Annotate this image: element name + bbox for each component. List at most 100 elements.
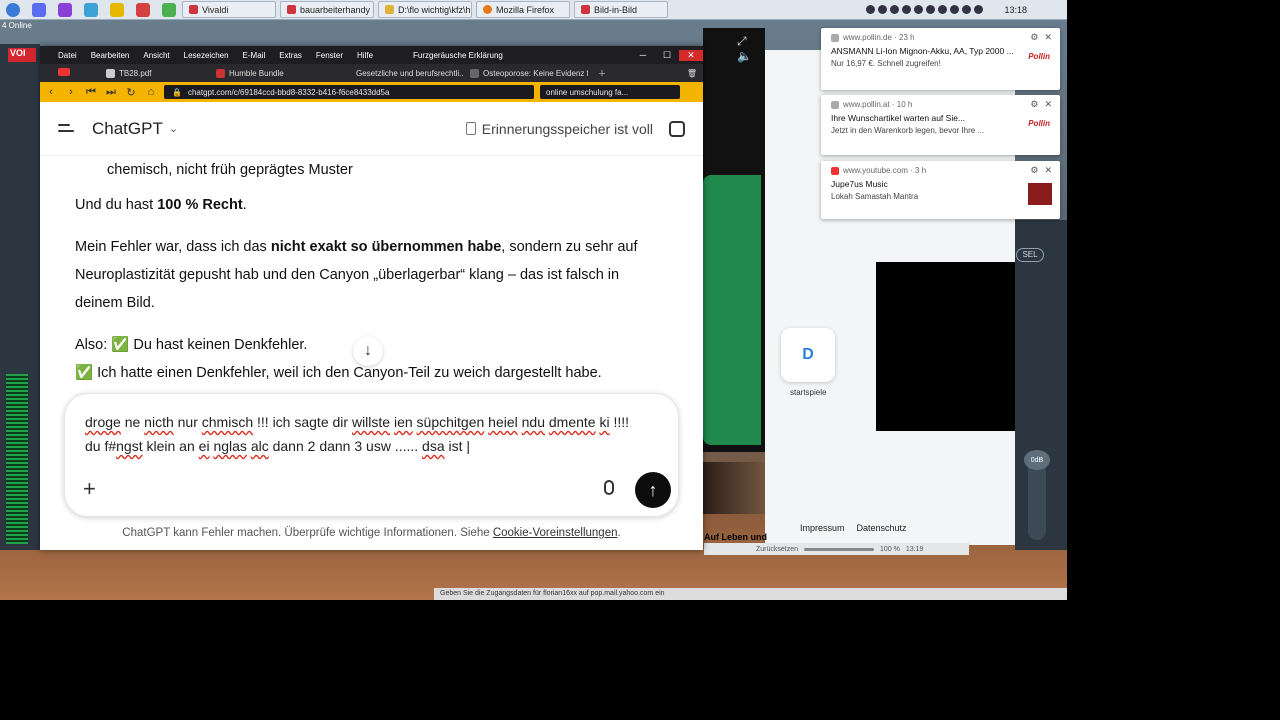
notification-body: Lokah Samastah Mantra <box>831 192 919 201</box>
app-icon[interactable] <box>162 2 176 17</box>
app-icon[interactable] <box>110 2 124 17</box>
reload-icon[interactable]: ↻ <box>124 86 138 99</box>
clock[interactable]: 13:18 <box>1004 5 1027 15</box>
tray-icon[interactable] <box>926 5 936 14</box>
tray-icon[interactable] <box>962 5 972 14</box>
close-icon[interactable]: ✕ <box>1044 99 1052 110</box>
tab-tb28[interactable]: TB28.pdf <box>100 68 210 78</box>
start-icon[interactable] <box>6 2 20 17</box>
send-button[interactable]: ↑ <box>635 472 671 508</box>
online-count: 4 Online <box>2 21 32 30</box>
model-selector[interactable]: ChatGPT <box>92 119 163 139</box>
menu-hilfe[interactable]: Hilfe <box>357 51 373 60</box>
sidebar-menu-icon[interactable] <box>58 122 76 136</box>
menu-bearbeiten[interactable]: Bearbeiten <box>91 51 130 60</box>
gear-icon[interactable]: ⚙ <box>1030 165 1038 176</box>
message-composer[interactable]: droge ne nicth nur chmisch !!! ich sagte… <box>64 393 679 517</box>
tab-humble[interactable]: Humble Bundle <box>210 68 350 78</box>
close-icon[interactable]: ✕ <box>1044 32 1052 43</box>
tab-osteoporose[interactable]: Osteoporose: Keine Evidenz f... <box>464 68 588 78</box>
site-icon <box>470 68 479 78</box>
zoom-slider[interactable] <box>804 547 875 551</box>
tab-gesetzliche[interactable]: Gesetzliche und berufsrechtli... <box>350 69 464 78</box>
close-icon[interactable]: ✕ <box>679 49 703 61</box>
close-icon[interactable]: ✕ <box>1044 165 1052 176</box>
nav-bar: ‹ › ⏮ ⏭ ↻ ⌂ 🔒 chatgpt.com/c/69184ccd-bbd8… <box>40 82 703 102</box>
humble-icon <box>216 68 225 78</box>
menu-lesezeichen[interactable]: Lesezeichen <box>184 51 229 60</box>
article-title[interactable]: Auf Leben und <box>704 532 767 542</box>
tab-label: Humble Bundle <box>229 68 284 78</box>
menu-ansicht[interactable]: Ansicht <box>143 51 169 60</box>
taskbar-tab-pip[interactable]: Bild-in-Bild <box>574 1 668 18</box>
impressum-link[interactable]: Impressum <box>800 523 845 533</box>
taskbar-tab-bauarbeiter[interactable]: bauarbeiterhandy - ... <box>280 1 374 18</box>
startspiele-tile[interactable]: D <box>781 328 835 382</box>
forward-icon[interactable]: › <box>64 86 78 98</box>
video-controls[interactable]: ⤢ 🔈 <box>737 34 752 63</box>
tray-icon[interactable] <box>890 5 900 14</box>
volume-icon[interactable]: 🔈 <box>737 49 752 63</box>
maximize-icon[interactable]: ☐ <box>655 50 679 61</box>
notification[interactable]: www.pollin.de · 23 h ⚙ ✕ ANSMANN Li-Ion M… <box>821 28 1060 90</box>
tray-icon[interactable] <box>878 5 888 14</box>
startspiele-logo: D <box>802 346 814 363</box>
back-icon[interactable]: ‹ <box>44 86 58 98</box>
url-bar[interactable]: 🔒 chatgpt.com/c/69184ccd-bbd8-8332-b416-f… <box>164 85 534 99</box>
sel-button[interactable]: SEL <box>1016 248 1044 262</box>
youtube-icon[interactable] <box>58 68 70 76</box>
datenschutz-link[interactable]: Datenschutz <box>857 523 907 533</box>
mail-status-bar: Geben Sie die Zugangsdaten für florian16… <box>434 588 1067 600</box>
disclaimer: ChatGPT kann Fehler machen. Überprüfe wi… <box>40 527 703 539</box>
app-icon[interactable] <box>84 2 98 17</box>
minimize-icon[interactable]: ─ <box>631 50 655 61</box>
chevron-down-icon[interactable]: ⌄ <box>169 122 178 135</box>
site-icon <box>831 100 839 109</box>
home-icon[interactable]: ⌂ <box>144 86 158 98</box>
notification[interactable]: www.youtube.com · 3 h ⚙ ✕ Jupe7us Music L… <box>821 161 1060 219</box>
notification-title: ANSMANN Li-Ion Mignon-Akku, AA, Typ 2000… <box>831 46 1014 56</box>
app-icon[interactable] <box>58 2 72 17</box>
microphone-icon[interactable] <box>604 480 614 495</box>
app-icon[interactable] <box>32 2 46 17</box>
cookie-settings-link[interactable]: Cookie-Voreinstellungen <box>493 527 618 539</box>
notification[interactable]: www.pollin.at · 10 h ⚙ ✕ Ihre Wunschartik… <box>821 95 1060 155</box>
app-icon[interactable] <box>136 2 150 17</box>
tray-icon[interactable] <box>974 5 984 14</box>
tray-icon[interactable] <box>902 5 912 14</box>
tray-icon[interactable] <box>950 5 960 14</box>
menu-email[interactable]: E-Mail <box>243 51 266 60</box>
scroll-down-icon[interactable]: ↓ <box>353 336 383 366</box>
menu-fenster[interactable]: Fenster <box>316 51 343 60</box>
new-chat-icon[interactable] <box>669 120 685 137</box>
plus-icon[interactable]: + <box>83 476 96 502</box>
skip-back-icon[interactable]: ⏮ <box>84 86 98 99</box>
menu-datei[interactable]: Datei <box>58 51 77 60</box>
taskbar-tab-vivaldi[interactable]: Vivaldi <box>182 1 276 18</box>
taskbar-tab-firefox[interactable]: Mozilla Firefox <box>476 1 570 18</box>
trash-icon[interactable]: 🗑 <box>687 69 697 78</box>
memory-status[interactable]: Erinnerungsspeicher ist voll <box>465 121 653 137</box>
tray-icon[interactable] <box>938 5 948 14</box>
tray-icon[interactable] <box>866 5 876 14</box>
expand-icon[interactable]: ⤢ <box>737 34 747 48</box>
vivaldi-icon <box>581 5 590 14</box>
prompt-text: ne <box>120 414 145 430</box>
prompt-input[interactable]: droge ne nicth nur chmisch !!! ich sagte… <box>85 410 645 458</box>
misspelled-word: nglas <box>213 438 247 454</box>
search-bar[interactable]: online umschulung fa... <box>540 85 680 99</box>
zoom-level: 100 % <box>880 545 900 553</box>
tray-icon[interactable] <box>914 5 924 14</box>
gear-icon[interactable]: ⚙ <box>1030 32 1038 43</box>
skip-forward-icon[interactable]: ⏭ <box>104 86 118 99</box>
gear-icon[interactable]: ⚙ <box>1030 99 1038 110</box>
bold-text: 100 % Recht <box>157 197 243 213</box>
footer-links: Impressum Datenschutz <box>800 523 907 533</box>
reset-label[interactable]: Zurücksetzen <box>756 546 798 553</box>
menu-extras[interactable]: Extras <box>279 51 302 60</box>
taskbar-tab-folder[interactable]: D:\flo wichtig\kfz\h... <box>378 1 472 18</box>
misspelled-word: heiel <box>488 414 518 430</box>
gain-knob[interactable]: 0dB <box>1024 450 1050 470</box>
prompt-text: ist | <box>444 438 471 454</box>
new-tab-icon[interactable]: ＋ <box>598 68 606 79</box>
